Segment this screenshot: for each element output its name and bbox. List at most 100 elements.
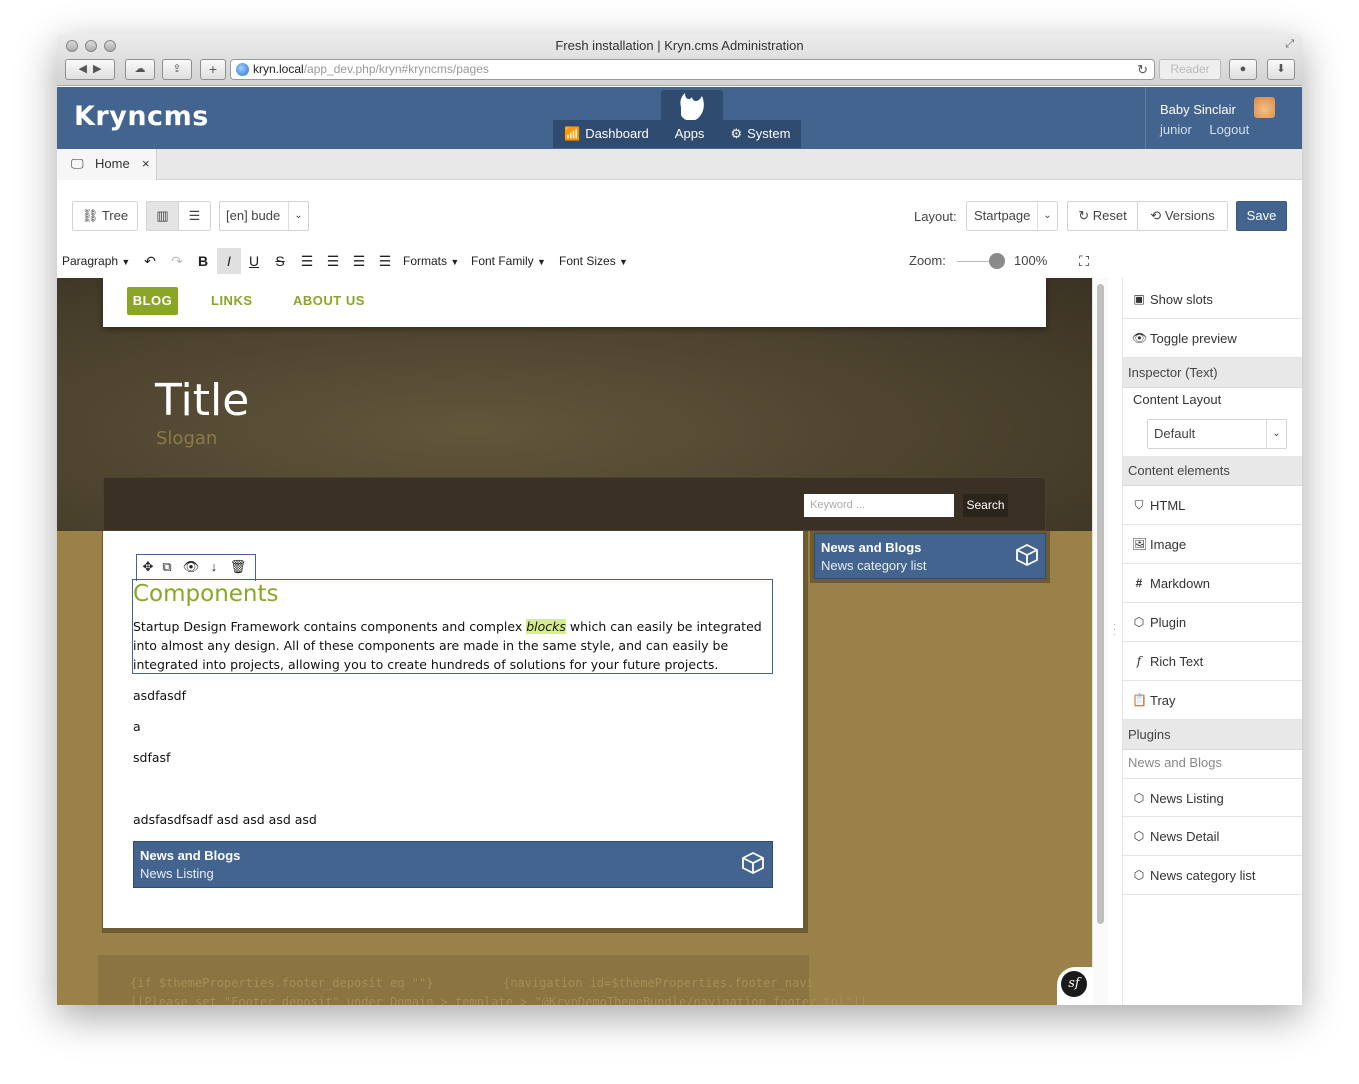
address-bar[interactable]: kryn.local/app_dev.php/kryn#kryncms/page… [230, 59, 1155, 80]
formats-menu-label: Formats [403, 254, 448, 268]
paragraph-3[interactable]: sdfasf [133, 750, 170, 765]
preview-scrollbar[interactable] [1092, 278, 1108, 1005]
align-justify-icon[interactable]: ☰ [375, 251, 395, 271]
reset-button[interactable]: ↻ Reset [1067, 201, 1138, 231]
close-tab-icon[interactable]: × [142, 149, 150, 179]
user-box: Baby Sinclair junior Logout [1145, 87, 1302, 149]
side-plugin-block[interactable]: News and Blogs News category list [814, 533, 1046, 579]
search-input[interactable]: Keyword ... [804, 494, 954, 517]
share-icon[interactable]: ⇪ [162, 59, 192, 80]
paragraph-1[interactable]: asdfasdf [133, 688, 186, 703]
element-rich-text-label: Rich Text [1150, 654, 1204, 669]
trash-icon[interactable]: 🗑 [229, 559, 247, 575]
component-text[interactable]: Startup Design Framework contains compon… [133, 617, 775, 674]
inspector-header: Inspector (Text) [1123, 358, 1302, 388]
window-title: Fresh installation | Kryn.cms Administra… [555, 38, 804, 53]
italic-button[interactable]: I [217, 248, 241, 274]
image-icon: 🖼 [1132, 537, 1148, 551]
search-button[interactable]: Search [963, 494, 1008, 517]
nav-blog[interactable]: BLOG [127, 287, 178, 315]
content-layout-label: Content Layout [1133, 392, 1222, 407]
undo-icon[interactable]: ↶ [140, 251, 160, 271]
app-header: Kryncms 📶 Dashboard Apps ⚙ System Baby Sin… [57, 87, 1302, 149]
plugins-header: Plugins [1123, 720, 1302, 750]
symfony-toolbar-toggle[interactable]: sf [1057, 967, 1093, 1005]
hero-slogan[interactable]: Slogan [156, 428, 217, 449]
reload-icon[interactable]: ↻ [1137, 60, 1148, 79]
copy-icon[interactable]: ⧉ [158, 559, 176, 575]
kryncms-logo[interactable]: Kryncms [74, 101, 209, 132]
nav-links[interactable]: LINKS [211, 287, 253, 315]
user-name: Baby Sinclair [1160, 102, 1236, 117]
site-nav: BLOG LINKS ABOUT US [103, 278, 1046, 327]
show-slots-button[interactable]: ▣ Show slots [1123, 280, 1302, 319]
hash-icon: # [1135, 576, 1143, 590]
plugin-block-subtitle: News Listing [140, 866, 214, 881]
plugin-news-detail[interactable]: ⬡ News Detail [1123, 817, 1302, 856]
element-markdown[interactable]: # Markdown [1123, 564, 1302, 603]
element-rich-text[interactable]: f Rich Text [1123, 642, 1302, 681]
clipboard-icon: 📋 [1132, 693, 1147, 707]
underline-button[interactable]: U [244, 251, 264, 271]
downloads-icon[interactable]: ⬇ [1267, 59, 1295, 80]
element-html[interactable]: ⛉ HTML [1123, 486, 1302, 525]
font-family-menu[interactable]: Font Family ▼ [471, 251, 546, 271]
tab-apps[interactable]: Apps [660, 120, 720, 148]
bold-button[interactable]: B [193, 251, 213, 271]
plugin-block[interactable]: News and Blogs News Listing [133, 841, 773, 888]
paragraph-2[interactable]: a [133, 719, 141, 734]
zoom-slider-handle[interactable] [989, 253, 1005, 269]
cube-icon: ⬡ [1133, 868, 1145, 882]
element-tray[interactable]: 📋 Tray [1123, 681, 1302, 720]
tree-button[interactable]: ⛓ Tree [72, 201, 138, 231]
redo-icon[interactable]: ↷ [167, 251, 187, 271]
component-title[interactable]: Components [133, 581, 279, 607]
arrow-down-icon[interactable]: ↓ [205, 559, 223, 574]
paragraph-format-select[interactable]: Paragraph ▼ [62, 251, 130, 271]
fullscreen-icon[interactable]: ⛶ [1074, 251, 1094, 271]
tab-dashboard[interactable]: 📶 Dashboard [553, 120, 660, 148]
font-sizes-menu[interactable]: Font Sizes ▼ [559, 251, 628, 271]
layout-view-toggle[interactable]: ▥ [146, 201, 179, 231]
logout-link[interactable]: Logout [1209, 122, 1249, 137]
list-view-toggle[interactable]: ☰ [178, 201, 211, 231]
versions-button[interactable]: ⟲ Versions [1137, 201, 1228, 231]
hero-title[interactable]: Title [155, 375, 249, 426]
chevron-down-icon: ⌄ [288, 202, 308, 230]
cube-icon: ⬡ [1133, 615, 1145, 629]
element-image[interactable]: 🖼 Image [1123, 525, 1302, 564]
scrollbar-thumb[interactable] [1097, 284, 1104, 924]
plugin-news-listing[interactable]: ⬡ News Listing [1123, 778, 1302, 817]
tab-home[interactable]: 🖵 Home × [57, 149, 157, 180]
align-right-icon[interactable]: ☰ [349, 251, 369, 271]
icloud-icon[interactable]: ☁ [125, 59, 155, 80]
toggle-preview-button[interactable]: 👁 Toggle preview [1123, 319, 1302, 358]
align-left-icon[interactable]: ☰ [297, 251, 317, 271]
tab-system[interactable]: ⚙ System [719, 120, 801, 148]
privacy-icon[interactable]: ● [1229, 59, 1257, 80]
user-role[interactable]: junior [1160, 122, 1192, 137]
back-forward-buttons[interactable]: ◀ ▶ [65, 59, 115, 80]
side-plugin-title: News and Blogs [821, 540, 922, 555]
nav-about-us[interactable]: ABOUT US [293, 287, 365, 315]
new-tab-button[interactable]: + [200, 59, 226, 80]
paragraph-4[interactable]: adsfasdfsadf asd asd asd asd [133, 812, 317, 827]
reader-button[interactable]: Reader [1159, 59, 1221, 80]
language-select[interactable]: [en] bude ⌄ [219, 201, 309, 231]
eye-icon[interactable]: 👁 [182, 559, 200, 575]
zoom-value: 100% [1014, 253, 1048, 268]
move-icon[interactable]: ✥ [139, 559, 157, 575]
fullscreen-icon[interactable]: ⤢ [1285, 38, 1294, 51]
avatar[interactable] [1254, 97, 1275, 118]
layout-select[interactable]: Startpage ⌄ [966, 201, 1058, 231]
url-host: kryn.local [253, 62, 304, 76]
footer-code-right: {navigation id=$themeProperties.footer_n… [503, 976, 814, 990]
align-center-icon[interactable]: ☰ [323, 251, 343, 271]
panel-splitter[interactable]: · · · [1108, 278, 1122, 1005]
save-button[interactable]: Save [1236, 201, 1287, 231]
element-plugin[interactable]: ⬡ Plugin [1123, 603, 1302, 642]
plugin-news-category-list[interactable]: ⬡ News category list [1123, 856, 1302, 895]
content-layout-select[interactable]: Default ⌄ [1147, 419, 1287, 449]
formats-menu[interactable]: Formats ▼ [403, 251, 459, 271]
strikethrough-button[interactable]: S [270, 251, 290, 271]
